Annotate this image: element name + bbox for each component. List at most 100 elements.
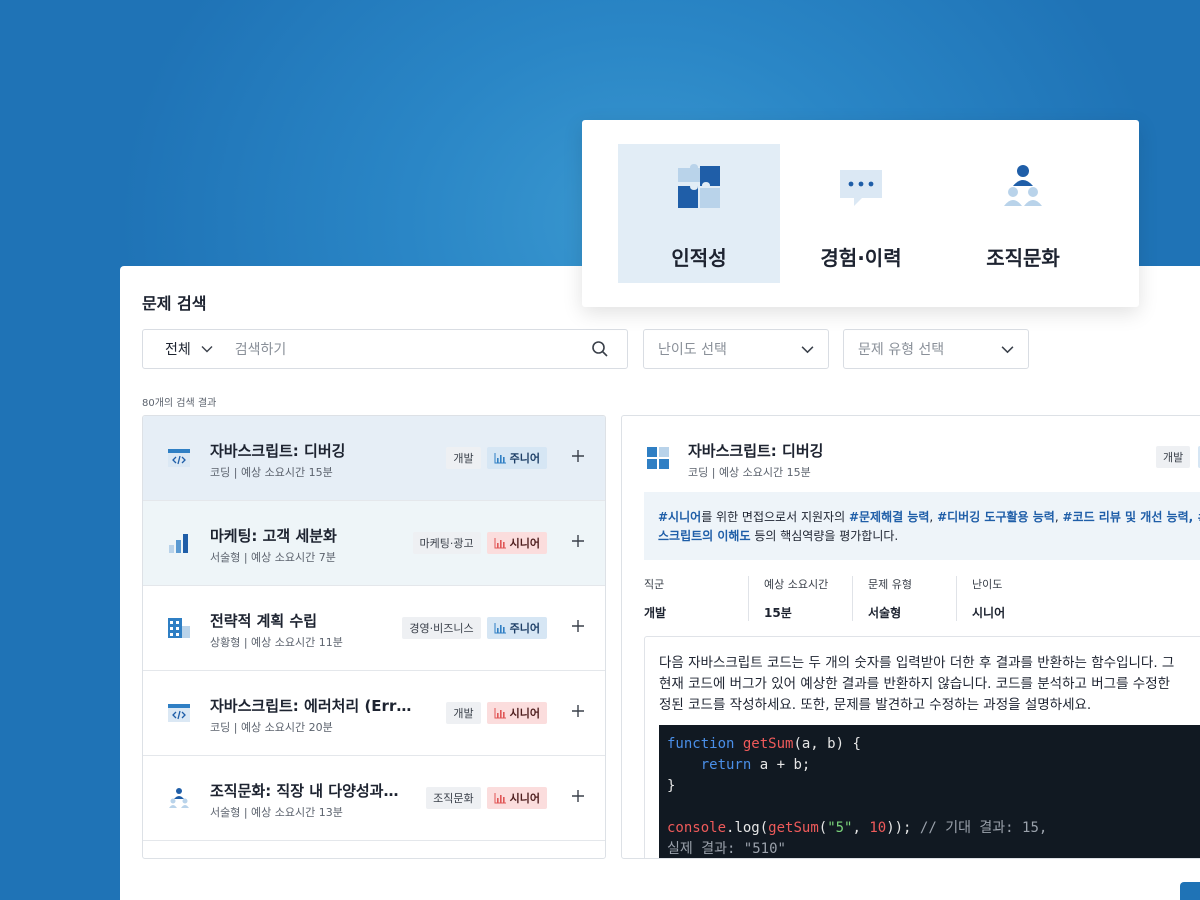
- code-text: a + b;: [751, 757, 811, 773]
- bar-chart-icon: [494, 452, 506, 463]
- level-badge: 시니어: [486, 532, 547, 554]
- code-keyword: return: [700, 757, 752, 773]
- summary-text: 를 위한 면접으로서 지원자의: [701, 510, 849, 524]
- list-item-title: 자바스크립트: 디버깅: [210, 442, 346, 460]
- list-item-title: 전략적 계획 수립: [210, 612, 318, 630]
- job-tag: 경영·비즈니스: [402, 617, 481, 639]
- bar-chart-icon: [494, 622, 506, 633]
- grid-icon: [647, 447, 669, 469]
- code-text: (: [818, 820, 828, 836]
- category-card: 인적성 경험·이력 조직문화: [582, 120, 1139, 307]
- code-block: function getSum(a, b) { return a + b; } …: [659, 725, 1200, 858]
- meta-info: 직군 개발 예상 소요시간 15분 문제 유형 서술형 난이도 시니어: [644, 576, 1060, 621]
- summary-highlight: #디버깅 도구활용 능력: [937, 510, 1055, 524]
- question-line: 정된 코드를 작성하세요. 또한, 문제를 발견하고 수정하는 과정을 설명하세…: [659, 697, 1092, 713]
- summary-highlight: #코드 리뷰 및 개선 능력: [1062, 510, 1189, 524]
- code-window-icon: [168, 449, 190, 467]
- level-badge: 주니어: [486, 447, 547, 469]
- list-item-title: 마케팅: 고객 세분화: [210, 527, 337, 545]
- job-tag: 마케팅·광고: [412, 532, 481, 554]
- summary-highlight: 스크립트의 이해도: [658, 529, 751, 543]
- list-item-subtitle: 서술형 | 예상 소요시간 13분: [210, 806, 343, 819]
- list-item[interactable]: 마케팅: 고객 세분화 서술형 | 예상 소요시간 7분 마케팅·광고 시니어: [143, 501, 605, 586]
- add-icon[interactable]: [571, 704, 585, 718]
- add-icon[interactable]: [571, 534, 585, 548]
- code-text: }: [667, 778, 676, 794]
- summary-highlight: #문제해결 능력: [848, 510, 930, 524]
- competency-summary: #시니어를 위한 면접으로서 지원자의 #문제해결 능력, #디버깅 도구활용 …: [644, 492, 1200, 560]
- level-badge: 주니어: [486, 617, 547, 639]
- list-item-subtitle: 코딩 | 예상 소요시간 15분: [210, 466, 333, 479]
- detail-title: 자바스크립트: 디버깅: [688, 442, 824, 460]
- people-group-icon: [1004, 165, 1042, 206]
- search-input[interactable]: 검색하기: [235, 339, 591, 359]
- bar-chart-icon: [494, 792, 506, 803]
- code-comment: 실제 결과: "510": [667, 841, 786, 857]
- list-item[interactable]: 자바스크립트: 디버깅 코딩 | 예상 소요시간 15분 개발 주니어: [143, 416, 605, 501]
- list-item-subtitle: 서술형 | 예상 소요시간 7분: [210, 551, 336, 564]
- code-number: 10: [869, 820, 887, 836]
- detail-subtitle: 코딩 | 예상 소요시간 15분: [688, 466, 811, 479]
- summary-text: 등의 핵심역량을 평가합니다.: [750, 529, 899, 543]
- list-item[interactable]: 전략적 계획 수립 상황형 | 예상 소요시간 11분 경영·비즈니스 주니어: [143, 586, 605, 671]
- meta-value: 시니어: [972, 606, 1006, 620]
- code-text: .log(: [726, 820, 769, 836]
- level-label: 주니어: [509, 452, 540, 465]
- meta-value: 개발: [644, 606, 667, 620]
- search-box[interactable]: 전체 검색하기: [142, 329, 628, 369]
- bar-chart-icon: [494, 537, 506, 548]
- difficulty-select[interactable]: 난이도 선택: [643, 329, 829, 369]
- list-item-title: 자바스크립트: 에러처리 (Error…: [210, 697, 420, 715]
- chat-bubble-icon: [840, 170, 882, 206]
- category-label: 인적성: [671, 246, 727, 270]
- level-label: 주니어: [509, 622, 540, 635]
- list-item-title: 조직문화: 직장 내 다양성과…: [210, 782, 399, 800]
- code-function: console: [667, 820, 727, 836]
- summary-text: ,: [929, 510, 938, 524]
- chevron-down-icon: [1001, 345, 1014, 353]
- job-tag: 개발: [446, 702, 481, 724]
- building-icon: [168, 618, 190, 638]
- meta-value: 서술형: [868, 606, 902, 620]
- meta-label: 예상 소요시간: [764, 578, 829, 591]
- meta-label: 난이도: [972, 578, 1003, 591]
- category-label: 경험·이력: [820, 246, 902, 270]
- list-item[interactable]: 조직문화: 직장 내 다양성과… 서술형 | 예상 소요시간 13분 조직문화 …: [143, 756, 605, 841]
- question-line: 다음 자바스크립트 코드는 두 개의 숫자를 입력받아 더한 후 결과를 반환하…: [659, 655, 1175, 671]
- code-function: getSum: [742, 736, 794, 752]
- meta-label: 직군: [644, 578, 665, 591]
- job-tag: 조직문화: [426, 787, 481, 809]
- job-tag: 개발: [446, 447, 481, 469]
- detail-panel: 자바스크립트: 디버깅 코딩 | 예상 소요시간 15분 개발 #시니어를 위한…: [621, 415, 1200, 859]
- question-line: 현재 코드에 버그가 있어 예상한 결과를 반환하지 않습니다. 코드를 분석하…: [659, 676, 1171, 692]
- level-badge: 시니어: [486, 787, 547, 809]
- difficulty-select-label: 난이도 선택: [658, 342, 727, 358]
- result-count: 80개의 검색 결과: [142, 398, 217, 409]
- main-panel: 문제 검색 전체 검색하기 난이도 선택 문제 유형 선택 80개의 검색 결과…: [120, 266, 1200, 900]
- bar-chart-icon: [169, 534, 188, 553]
- type-select-label: 문제 유형 선택: [858, 342, 945, 358]
- bar-chart-icon: [494, 707, 506, 718]
- list-item-subtitle: 상황형 | 예상 소요시간 11분: [210, 636, 343, 649]
- add-icon[interactable]: [571, 449, 585, 463]
- page-title: 문제 검색: [142, 294, 207, 313]
- chevron-down-icon: [201, 346, 213, 353]
- type-select[interactable]: 문제 유형 선택: [843, 329, 1029, 369]
- action-button[interactable]: [1180, 882, 1200, 900]
- search-scope-dropdown[interactable]: 전체: [143, 339, 213, 359]
- add-icon[interactable]: [571, 619, 585, 633]
- category-insight[interactable]: 인적성: [618, 144, 780, 283]
- meta-value: 15분: [764, 606, 792, 620]
- job-tag: 개발: [1156, 446, 1191, 468]
- people-group-icon: [169, 788, 189, 808]
- summary-highlight: #시니어: [658, 510, 702, 524]
- category-experience[interactable]: 경험·이력: [780, 144, 942, 283]
- list-item[interactable]: 자바스크립트: 에러처리 (Error… 코딩 | 예상 소요시간 20분 개발…: [143, 671, 605, 756]
- category-label: 조직문화: [986, 246, 1060, 270]
- level-label: 시니어: [509, 792, 540, 805]
- search-icon[interactable]: [591, 340, 609, 358]
- code-text: (a, b) {: [793, 736, 861, 752]
- code-comment: // 기대 결과: 15,: [911, 820, 1048, 836]
- category-culture[interactable]: 조직문화: [942, 144, 1104, 283]
- add-icon[interactable]: [571, 789, 585, 803]
